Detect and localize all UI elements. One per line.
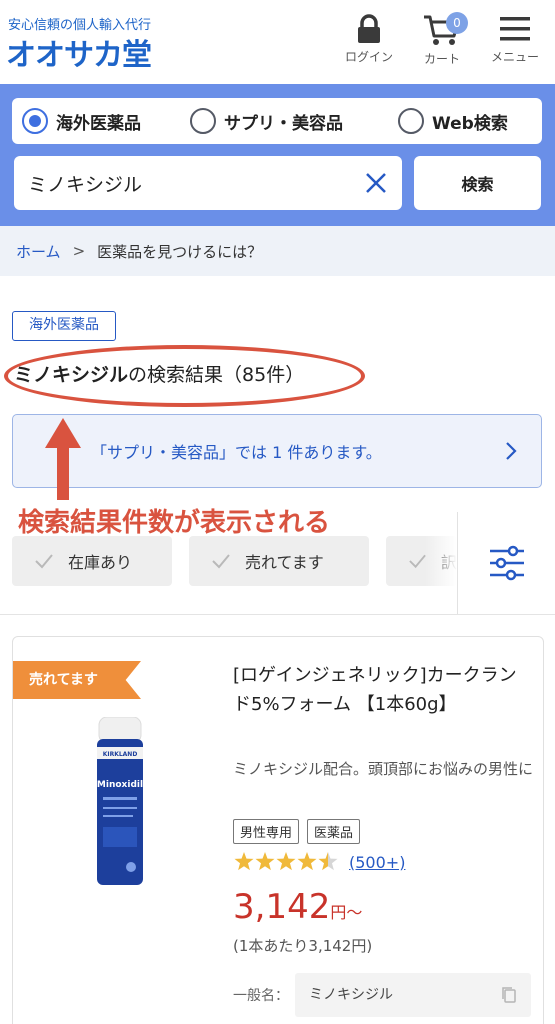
radio-selected-icon [22,108,48,134]
alternate-category-text: 「サプリ・美容品」では 1 件あります。 [91,443,382,462]
unit-price: (1本あたり3,142円) [233,937,373,955]
result-count-text: の検索結果（85件） [128,364,305,386]
sliders-icon [490,545,524,581]
generic-name-label: 一般名： [233,988,289,1004]
filter-settings-button[interactable] [457,512,555,614]
menu-label: メニュー [490,50,539,64]
radio-unselected-icon [190,108,216,134]
cart-count-badge: 0 [446,12,468,34]
check-icon [212,554,230,569]
alternate-category-notice[interactable]: 「サプリ・美容品」では 1 件あります。 [12,414,542,488]
star-rating-icon [234,852,338,871]
product-card[interactable]: 売れてます KIRKLAND Minoxidil [ロゲインジェネリック]カーク… [12,636,544,1024]
result-count-heading: ミノキシジルの検索結果（85件） [14,360,304,387]
copy-icon[interactable] [501,986,517,1004]
search-input[interactable] [28,168,348,198]
product-rating: (500+) [233,851,405,873]
product-tag: 男性専用 [233,819,300,844]
generic-name-row: 一般名： ミノキシジル [233,973,531,1017]
popular-badge: 売れてます [13,661,141,699]
lock-icon [358,14,380,43]
breadcrumb-separator: > [72,242,86,260]
radio-web-search[interactable]: Web検索 [398,107,508,135]
product-image-label: Minoxidil [97,780,143,790]
breadcrumb-current: 医薬品を見つけるには？ [97,242,263,261]
radio-label: サプリ・美容品 [224,113,343,134]
filter-chip-popular[interactable]: 売れてます [189,536,369,586]
filter-chip-label: 売れてます [245,553,324,572]
star-icon [276,852,296,871]
radio-overseas-medicine[interactable]: 海外医薬品 [22,107,141,135]
filter-scroll-fade [425,512,457,614]
filter-chip-in-stock[interactable]: 在庫あり [12,536,172,586]
annotation-arrow [45,418,81,500]
cart-label: カート [423,52,460,66]
product-description: ミノキシジル配合。頭頂部にお悩みの男性に [233,760,534,778]
radio-unselected-icon [398,108,424,134]
search-scope-selector: 海外医薬品 サプリ・美容品 Web検索 [12,98,542,144]
section-divider [0,614,555,615]
product-tags: 男性専用 医薬品 [233,819,368,844]
breadcrumb-home-link[interactable]: ホーム [16,241,61,262]
star-icon [255,852,275,871]
price-suffix: 円〜 [330,903,363,922]
product-price: 3,142円〜 [233,887,362,927]
result-keyword: ミノキシジル [14,364,129,386]
site-logo[interactable]: オオサカ堂 [6,30,152,74]
radio-supplement-beauty[interactable]: サプリ・美容品 [190,107,343,135]
hamburger-menu-icon [500,17,530,41]
generic-name-field[interactable]: ミノキシジル [295,973,531,1017]
login-button[interactable]: ログイン [337,14,401,70]
star-icon [297,852,317,871]
generic-name-value: ミノキシジル [309,987,393,1003]
star-icon [318,852,338,871]
product-image[interactable]: KIRKLAND Minoxidil [95,717,145,887]
product-image-brand: KIRKLAND [103,751,138,758]
radio-label: Web検索 [432,113,508,134]
annotation-text: 検索結果件数が表示される [18,508,331,538]
price-value: 3,142 [233,887,331,927]
breadcrumb: ホーム > 医薬品を見つけるには？ [0,226,555,276]
filter-chip-label: 在庫あり [68,553,133,572]
product-title[interactable]: [ロゲインジェネリック]カークランド5%フォーム 【1本60g】 [233,661,533,719]
login-label: ログイン [344,50,393,64]
cart-button[interactable]: カート 0 [410,12,474,70]
menu-button[interactable]: メニュー [483,14,547,70]
site-header: 安心信頼の個人輸入代行 オオサカ堂 ログイン カート 0 メニュー [0,0,555,84]
star-icon [234,852,254,871]
chevron-right-icon [506,442,517,460]
search-button[interactable]: 検索 [414,156,541,210]
review-count-link[interactable]: (500+) [349,853,405,872]
check-icon [35,554,53,569]
search-panel: 海外医薬品 サプリ・美容品 Web検索 検索 [0,84,555,226]
category-tag: 海外医薬品 [12,311,116,341]
clear-icon[interactable] [364,171,388,195]
search-field [14,156,402,210]
product-tag: 医薬品 [307,819,361,844]
radio-label: 海外医薬品 [56,113,141,134]
